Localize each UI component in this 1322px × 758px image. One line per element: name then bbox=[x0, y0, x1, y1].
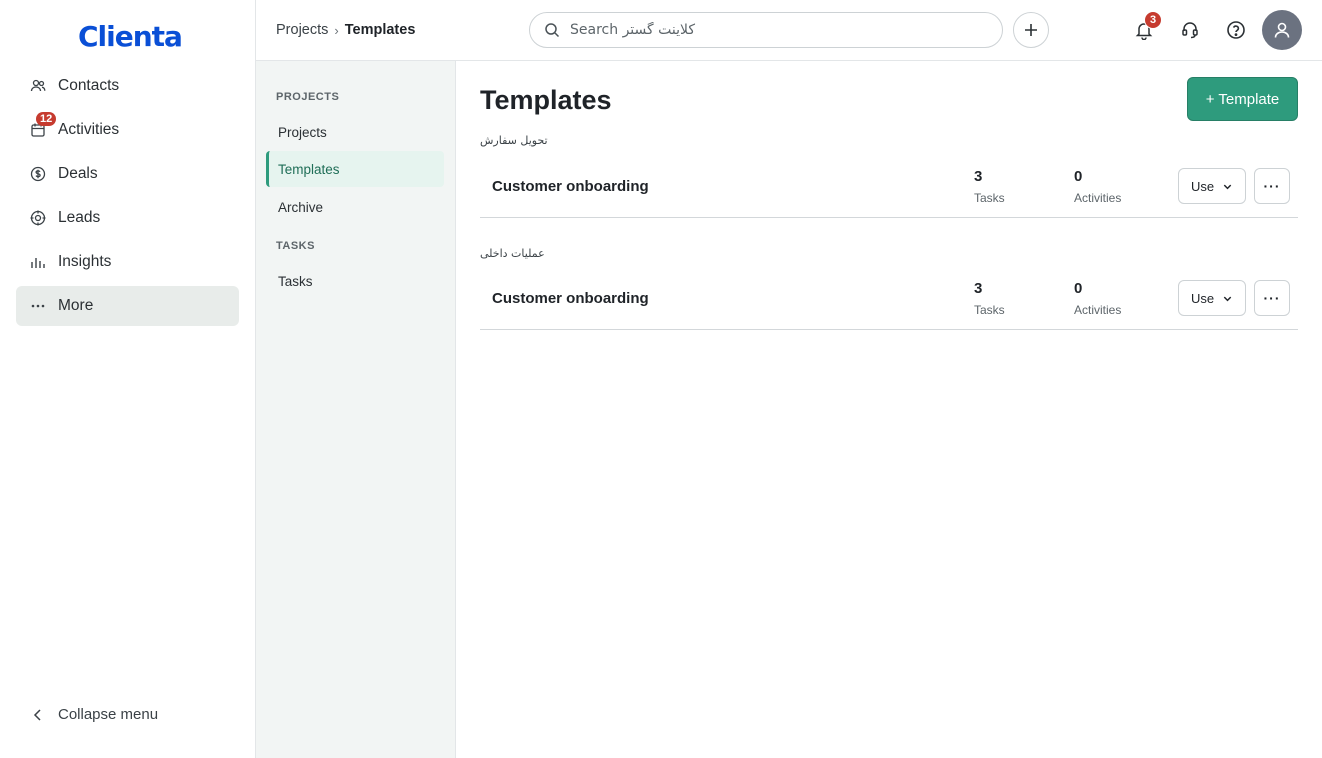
search-icon bbox=[544, 22, 560, 38]
row-more-button[interactable]: ··· bbox=[1254, 280, 1290, 316]
use-button-label: Use bbox=[1190, 290, 1215, 306]
subnav-link-projects[interactable]: Projects bbox=[266, 114, 444, 150]
search-box[interactable] bbox=[529, 12, 1003, 48]
support-button[interactable] bbox=[1178, 18, 1202, 42]
notification-badge: 3 bbox=[1144, 11, 1162, 29]
projects-subnav: PROJECTS Projects Templates Archive TASK… bbox=[256, 61, 456, 758]
tasks-count: 3 Tasks bbox=[974, 280, 1005, 317]
subnav-link-archive[interactable]: Archive bbox=[266, 189, 444, 225]
add-template-button[interactable]: + Template bbox=[1187, 77, 1298, 121]
use-button-label: Use bbox=[1190, 178, 1215, 194]
activities-count: 0 Activities bbox=[1074, 168, 1121, 205]
top-header: Projects › Templates 3 bbox=[256, 0, 1322, 61]
sidebar-item-leads[interactable]: Leads bbox=[16, 198, 239, 238]
subnav-section-tasks: TASKS bbox=[276, 240, 315, 252]
search-input[interactable] bbox=[570, 22, 970, 38]
tasks-count: 3 Tasks bbox=[974, 168, 1005, 205]
sidebar-item-more[interactable]: More bbox=[16, 286, 239, 326]
app-logo[interactable]: Clienta bbox=[78, 20, 183, 53]
use-template-button[interactable]: Use bbox=[1178, 280, 1246, 316]
sidebar-item-label: Insights bbox=[58, 253, 112, 270]
breadcrumb-current: Templates bbox=[344, 22, 416, 38]
contacts-icon bbox=[30, 78, 46, 94]
page-title: Templates bbox=[480, 85, 612, 115]
template-row[interactable]: Customer onboarding 3 Tasks 0 Activities… bbox=[480, 266, 1298, 330]
breadcrumb-separator: › bbox=[334, 22, 339, 38]
tasks-count-label: Tasks bbox=[974, 191, 1005, 205]
user-icon bbox=[1274, 22, 1290, 38]
template-name[interactable]: Customer onboarding bbox=[492, 178, 649, 195]
main-nav: Contacts 12 Activities Deals Leads Insig… bbox=[16, 66, 239, 330]
template-group-label: تحویل سفارش bbox=[480, 134, 548, 147]
template-group-label: عملیات داخلی bbox=[480, 247, 545, 260]
sidebar-item-insights[interactable]: Insights bbox=[16, 242, 239, 282]
more-icon bbox=[30, 298, 46, 314]
sidebar-item-label: Contacts bbox=[58, 77, 120, 94]
chevron-left-icon bbox=[30, 707, 46, 723]
subnav-link-templates[interactable]: Templates bbox=[266, 151, 444, 187]
template-row[interactable]: Customer onboarding 3 Tasks 0 Activities… bbox=[480, 154, 1298, 218]
collapse-menu-label: Collapse menu bbox=[58, 706, 159, 723]
sidebar-item-label: Activities bbox=[58, 121, 120, 138]
main-content: Templates + Template تحویل سفارش Custome… bbox=[456, 61, 1322, 758]
dollar-icon bbox=[30, 166, 46, 182]
row-more-button[interactable]: ··· bbox=[1254, 168, 1290, 204]
use-template-button[interactable]: Use bbox=[1178, 168, 1246, 204]
user-avatar[interactable] bbox=[1262, 10, 1302, 50]
sidebar-item-activities[interactable]: 12 Activities bbox=[16, 110, 239, 150]
tasks-count-value: 3 bbox=[974, 280, 983, 297]
chevron-down-icon bbox=[1222, 293, 1233, 304]
sidebar-item-label: Leads bbox=[58, 209, 101, 226]
sidebar-item-deals[interactable]: Deals bbox=[16, 154, 239, 194]
subnav-section-projects: PROJECTS bbox=[276, 91, 340, 103]
notifications-button[interactable]: 3 bbox=[1132, 11, 1162, 42]
plus-icon bbox=[1025, 24, 1037, 36]
sidebar-item-contacts[interactable]: Contacts bbox=[16, 66, 239, 106]
activities-count-label: Activities bbox=[1074, 191, 1122, 205]
main-sidebar: Clienta Contacts 12 Activities Deals Lea… bbox=[0, 0, 256, 758]
tasks-count-label: Tasks bbox=[974, 303, 1005, 317]
collapse-menu-button[interactable]: Collapse menu bbox=[30, 706, 158, 723]
activities-badge: 12 bbox=[36, 112, 57, 126]
bar-chart-icon bbox=[30, 254, 46, 270]
chevron-down-icon bbox=[1222, 181, 1233, 192]
activities-count-value: 0 bbox=[1074, 280, 1083, 297]
template-name[interactable]: Customer onboarding bbox=[492, 290, 649, 307]
sidebar-item-label: More bbox=[58, 297, 94, 314]
sidebar-item-label: Deals bbox=[58, 165, 98, 182]
quick-add-button[interactable] bbox=[1013, 12, 1049, 48]
headset-icon bbox=[1182, 22, 1198, 39]
help-button[interactable] bbox=[1224, 18, 1248, 42]
activities-count: 0 Activities bbox=[1074, 280, 1121, 317]
breadcrumb: Projects › Templates bbox=[276, 22, 415, 38]
subnav-link-tasks[interactable]: Tasks bbox=[266, 263, 444, 299]
activities-count-value: 0 bbox=[1074, 168, 1083, 185]
target-icon bbox=[30, 210, 46, 226]
activities-count-label: Activities bbox=[1074, 303, 1122, 317]
help-circle-icon bbox=[1227, 21, 1245, 39]
breadcrumb-projects[interactable]: Projects bbox=[276, 22, 328, 38]
tasks-count-value: 3 bbox=[974, 168, 983, 185]
